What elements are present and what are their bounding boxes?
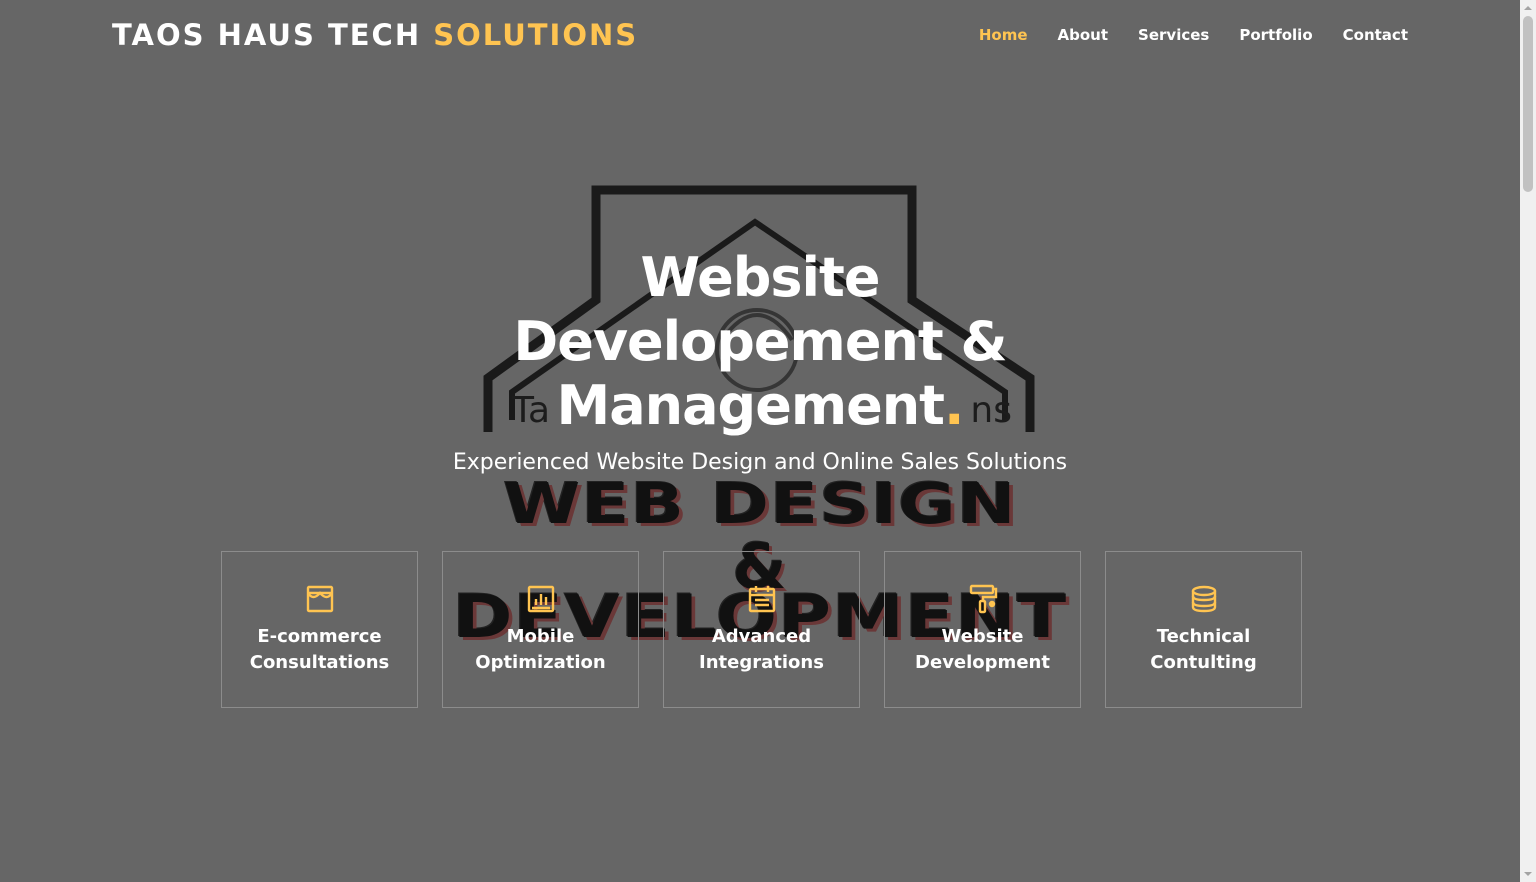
calendar-icon <box>748 586 775 613</box>
card-label-line2: Development <box>915 652 1050 673</box>
nav-services[interactable]: Services <box>1138 26 1209 44</box>
card-label-line2: Optimization <box>475 652 606 673</box>
scroll-down-arrow-icon[interactable] <box>1524 870 1532 878</box>
card-label-line1: Advanced <box>711 626 812 647</box>
background-web-design-text: WEB DESIGN <box>503 472 1017 537</box>
card-label-line2: Consultations <box>249 652 390 673</box>
card-technical[interactable]: Technical Contulting <box>1105 551 1302 708</box>
hero-subtitle: Experienced Website Design and Online Sa… <box>452 450 1068 475</box>
card-label: Technical Contulting <box>1114 624 1294 676</box>
card-label-line1: E-commerce <box>257 626 382 647</box>
card-integrations[interactable]: Advanced Integrations <box>663 551 860 708</box>
bar-chart-icon <box>527 585 554 613</box>
hero-title-line3: Management <box>556 374 944 437</box>
card-ecommerce[interactable]: E-commerce Consultations <box>221 551 418 708</box>
card-label: Advanced Integrations <box>672 624 852 676</box>
card-mobile[interactable]: Mobile Optimization <box>442 551 639 708</box>
store-icon <box>306 585 333 613</box>
database-icon <box>1191 585 1216 613</box>
nav-portfolio[interactable]: Portfolio <box>1239 26 1312 44</box>
hero-title-line1: Website <box>640 246 880 309</box>
logo-text-primary: TAOS HAUS TECH <box>112 18 422 52</box>
site-header: TAOS HAUS TECH SOLUTIONS Home About Serv… <box>0 0 1520 72</box>
card-label-line1: Mobile <box>506 626 575 647</box>
card-label: Website Development <box>893 624 1073 676</box>
card-label-line2: Contulting <box>1150 652 1257 673</box>
logo-text-accent: SOLUTIONS <box>433 18 639 52</box>
hero-title-dot: . <box>943 374 964 437</box>
hero-background-logo <box>483 185 1035 432</box>
card-label-line1: Technical <box>1156 626 1251 647</box>
card-label: E-commerce Consultations <box>230 624 410 676</box>
paint-roller-icon <box>969 584 997 614</box>
card-web-development[interactable]: Website Development <box>884 551 1081 708</box>
main-nav: Home About Services Portfolio Contact <box>979 26 1408 44</box>
page: Ta ns WEB DESIGN & DEVELOPMENT TAOS HAUS… <box>0 0 1520 882</box>
service-cards: E-commerce Consultations Mobile Optimiza… <box>221 551 1302 708</box>
card-label-line1: Website <box>941 626 1024 647</box>
card-label: Mobile Optimization <box>451 624 631 676</box>
page-scrollbar[interactable] <box>1520 0 1536 882</box>
scrollbar-thumb[interactable] <box>1523 16 1533 192</box>
scroll-up-arrow-icon[interactable] <box>1524 4 1532 12</box>
nav-home[interactable]: Home <box>979 26 1028 44</box>
hero-title-line2: Developement & <box>513 310 1007 373</box>
site-logo[interactable]: TAOS HAUS TECH SOLUTIONS <box>112 18 638 52</box>
nav-contact[interactable]: Contact <box>1343 26 1408 44</box>
hero-title: Website Developement & Management. <box>460 246 1060 438</box>
card-label-line2: Integrations <box>699 652 824 673</box>
nav-about[interactable]: About <box>1058 26 1109 44</box>
